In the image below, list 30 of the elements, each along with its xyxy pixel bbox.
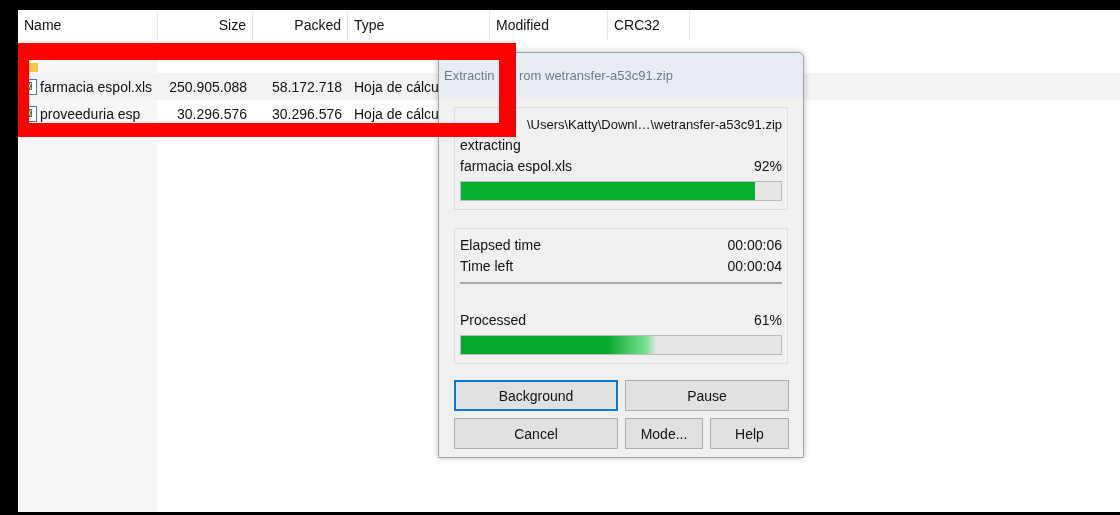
percent-label: 92%	[753, 157, 782, 176]
time-value: 00:00:04	[727, 257, 782, 276]
processed-label: Processed	[460, 311, 527, 330]
table-cell: Hoja de cálcu	[354, 105, 439, 122]
column-header[interactable]: CRC32	[608, 10, 690, 40]
action-label: extracting	[460, 136, 521, 155]
archive-path: \Users\Katty\Downl…\wetransfer-a53c91.zip	[526, 116, 782, 134]
dialog-button[interactable]: Cancel	[454, 418, 618, 449]
file-name: proveeduria esp	[40, 105, 141, 122]
column-header[interactable]: Modified	[490, 10, 608, 40]
table-cell: 30.296.576	[176, 105, 247, 122]
dialog-button[interactable]: Mode...	[625, 418, 703, 449]
table-cell: 58.172.718	[271, 78, 342, 95]
dialog-button[interactable]: Help	[710, 418, 789, 449]
dialog-title: Extractin	[444, 68, 495, 83]
file-name: farmacia espol.xls	[460, 157, 573, 176]
column-header[interactable]: Size	[158, 10, 253, 40]
table-cell: 250.905.088	[169, 78, 247, 95]
dialog-button[interactable]: Pause	[625, 380, 789, 411]
dialog-title: rom wetransfer-a53c91.zip	[519, 68, 673, 83]
column-header[interactable]: Packed	[253, 10, 348, 40]
stat-label: Time left	[460, 257, 514, 276]
dialog-button[interactable]: Background	[454, 380, 618, 411]
table-cell: 30.296.576	[271, 105, 342, 122]
table-cell: Hoja de cálcu	[354, 78, 439, 95]
column-header[interactable]: Type	[348, 10, 490, 40]
file-name: farmacia espol.xls	[40, 78, 153, 95]
time-value: 00:00:06	[727, 236, 782, 255]
percent-label: 61%	[753, 311, 782, 330]
stat-label: Elapsed time	[460, 236, 541, 255]
